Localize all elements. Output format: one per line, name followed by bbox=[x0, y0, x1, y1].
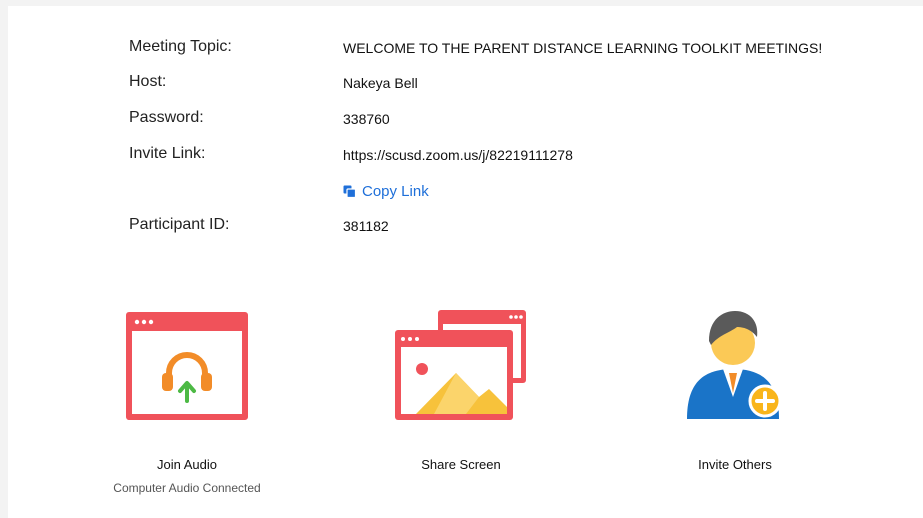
join-audio-label: Join Audio bbox=[157, 457, 217, 472]
participant-id-value: 381182 bbox=[343, 218, 389, 234]
password-value: 338760 bbox=[343, 111, 390, 127]
share-screen-icon bbox=[395, 310, 526, 420]
host-value: Nakeya Bell bbox=[343, 75, 418, 91]
invite-link-value[interactable]: https://scusd.zoom.us/j/82219111278 bbox=[343, 147, 573, 163]
share-screen-label: Share Screen bbox=[421, 457, 501, 472]
participant-id-label: Participant ID: bbox=[129, 216, 230, 233]
join-audio-status: Computer Audio Connected bbox=[113, 481, 261, 495]
password-label: Password: bbox=[129, 109, 204, 126]
meeting-info-panel: Meeting Topic: WELCOME TO THE PARENT DIS… bbox=[8, 6, 923, 518]
invite-others-label: Invite Others bbox=[698, 457, 772, 472]
copy-icon bbox=[343, 185, 356, 198]
join-audio-button[interactable]: Join Audio Computer Audio Connected bbox=[87, 296, 287, 495]
host-label: Host: bbox=[129, 73, 167, 90]
share-screen-button[interactable]: Share Screen bbox=[361, 296, 561, 472]
meeting-topic-value: WELCOME TO THE PARENT DISTANCE LEARNING … bbox=[343, 40, 823, 56]
invite-link-label: Invite Link: bbox=[129, 145, 206, 162]
invite-others-icon bbox=[687, 311, 782, 419]
join-audio-icon bbox=[126, 312, 248, 420]
invite-others-button[interactable]: Invite Others bbox=[635, 296, 835, 472]
meeting-topic-label: Meeting Topic: bbox=[129, 38, 232, 55]
copy-link-button[interactable]: Copy Link bbox=[343, 183, 429, 200]
copy-link-label: Copy Link bbox=[362, 183, 429, 200]
